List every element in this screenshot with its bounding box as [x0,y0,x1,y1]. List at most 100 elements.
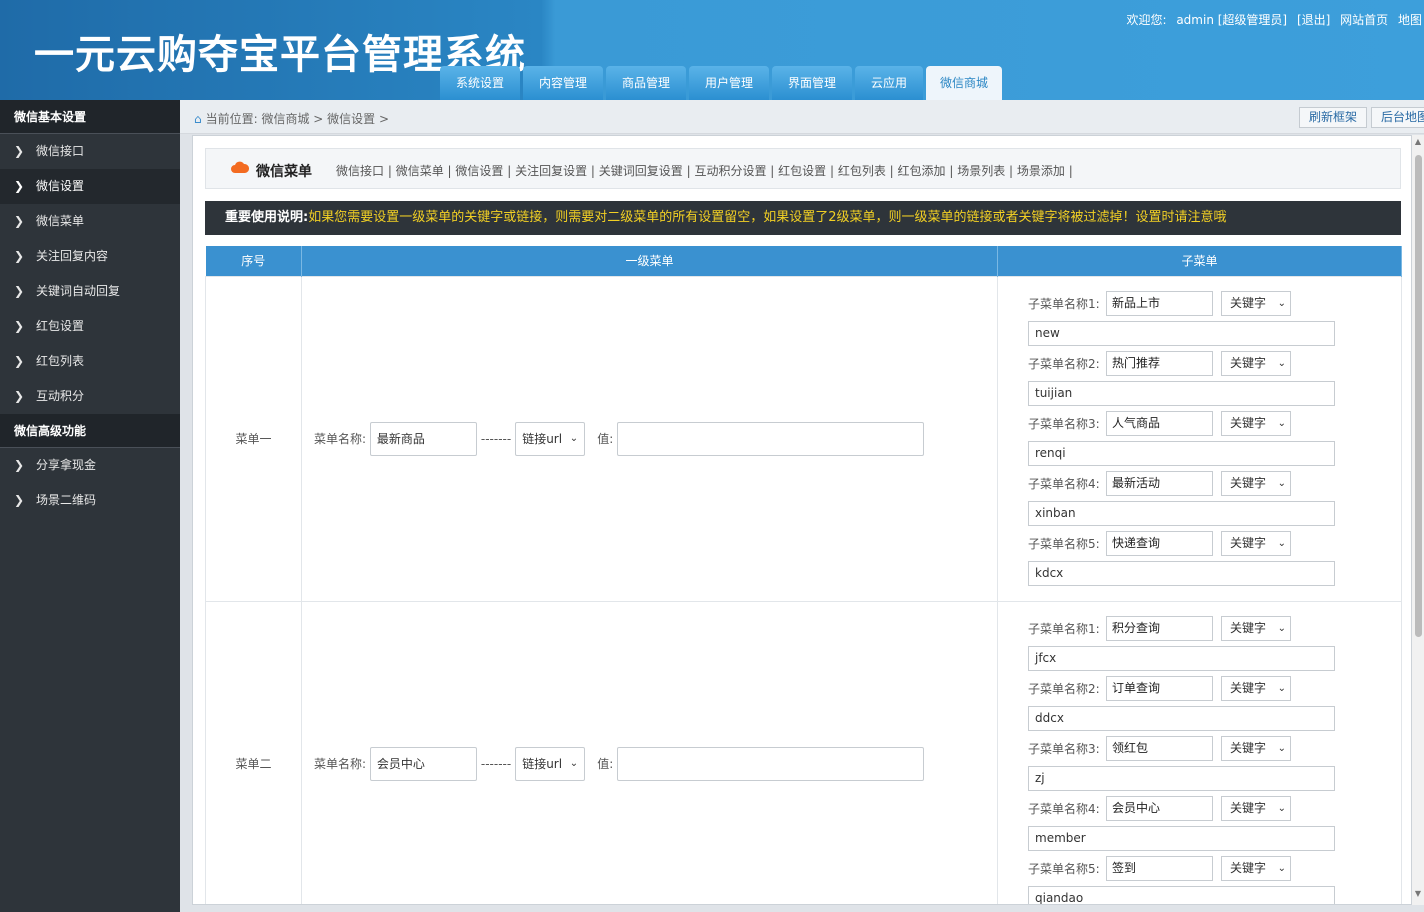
chevron-down-icon: ⌄ [1277,622,1286,634]
sub-tabs-bar: 微信菜单 微信接口 | 微信菜单 | 微信设置 | 关注回复设置 | 关键词回复… [205,148,1401,189]
sub-menu-type-select[interactable]: 关键字 ⌄ [1221,530,1291,556]
tab-user-management[interactable]: 用户管理 [689,66,769,100]
chevron-down-icon: ⌄ [1277,682,1286,694]
sidebar-item-redpacket-list[interactable]: ❯ 红包列表 [0,344,180,379]
sub-menu-name-input[interactable]: 人气商品 [1106,410,1213,436]
sub-tab-link[interactable]: 场景添加 [1017,164,1065,178]
menu-type-select[interactable]: 链接url ⌄ [515,421,586,456]
sub-menu-type-value: 关键字 [1230,355,1267,370]
sub-menu-key-input[interactable]: renqi [1028,440,1335,466]
sidebar-item-share-cash[interactable]: ❯ 分享拿现金 [0,448,180,483]
sidebar-item-wechat-settings[interactable]: ❯ 微信设置 [0,169,180,204]
scroll-down-arrow-icon[interactable]: ▼ [1412,889,1424,903]
home-icon[interactable]: ⌂ [194,112,202,126]
sub-menu-row: 子菜单名称2: 订单查询 关键字 ⌄ [1028,675,1401,706]
tab-content-management[interactable]: 内容管理 [523,66,603,100]
sub-menu-name-label: 子菜单名称2: [1028,681,1100,696]
menu-name-label: 菜单名称: [314,757,367,771]
tab-ui-management[interactable]: 界面管理 [772,66,852,100]
sidebar-section-basic: 微信基本设置 [0,100,180,134]
sub-menu-type-select[interactable]: 关键字 ⌄ [1221,350,1291,376]
map-link[interactable]: 地图 [1398,13,1422,27]
sub-menu-type-select[interactable]: 关键字 ⌄ [1221,795,1291,821]
sub-menu-key-row: member [1028,825,1401,856]
scroll-up-arrow-icon[interactable]: ▲ [1412,137,1424,151]
sub-menu-name-input[interactable]: 新品上市 [1106,290,1213,316]
col-header-level1: 一级菜单 [301,246,998,276]
menu-type-select[interactable]: 链接url ⌄ [515,746,586,781]
sub-menu-key-input[interactable]: zj [1028,765,1335,791]
header: 一元云购夺宝平台管理系统 欢迎您: admin [超级管理员] [退出] 网站首… [0,0,1424,100]
logout-link[interactable]: [退出] [1297,13,1330,27]
menu-value-input[interactable] [617,421,925,456]
link-separator: | [885,164,898,178]
tab-wechat-mall[interactable]: 微信商城 [926,66,1002,100]
sub-tab-link[interactable]: 互动积分设置 [694,164,766,178]
sub-menu-key-input[interactable]: kdcx [1028,560,1335,586]
sub-menu-name-input[interactable]: 签到 [1106,855,1213,881]
chevron-right-icon: ❯ [14,493,25,507]
chevron-right-icon: ❯ [14,284,25,298]
sub-tab-link[interactable]: 关键词回复设置 [599,164,683,178]
menu-value-input[interactable] [617,746,925,781]
tab-product-management[interactable]: 商品管理 [606,66,686,100]
sub-tabs-title: 微信菜单 [256,164,312,180]
sidebar-item-follow-reply[interactable]: ❯ 关注回复内容 [0,239,180,274]
sub-menu-key-input[interactable]: qiandao [1028,885,1335,904]
sidebar-item-keyword-reply[interactable]: ❯ 关键词自动回复 [0,274,180,309]
sub-menu-name-input[interactable]: 领红包 [1106,735,1213,761]
sub-tab-link[interactable]: 红包设置 [778,164,826,178]
sub-tab-link[interactable]: 关注回复设置 [515,164,587,178]
refresh-frame-button[interactable]: 刷新框架 [1299,107,1368,128]
sub-menu-key-input[interactable]: new [1028,320,1335,346]
menu-name-input[interactable]: 最新商品 [369,421,477,456]
sub-tab-link[interactable]: 场景列表 [957,164,1005,178]
site-home-link[interactable]: 网站首页 [1340,13,1388,27]
menu-name-label: 菜单名称: [314,432,367,446]
sidebar-item-redpacket-settings[interactable]: ❯ 红包设置 [0,309,180,344]
sub-tab-link[interactable]: 微信接口 [336,164,384,178]
sub-menu-name-input[interactable]: 会员中心 [1106,795,1213,821]
tab-cloud-apps[interactable]: 云应用 [855,66,923,100]
sub-menu-key-input[interactable]: member [1028,825,1335,851]
scrollbar-thumb[interactable] [1415,155,1422,637]
sub-menu-cell: 子菜单名称1: 新品上市 关键字 ⌄ new 子菜单名称2: 热门推荐 关键字 ⌄ tuijian… [997,275,1402,602]
menu-name-input[interactable]: 会员中心 [369,746,477,781]
sub-menu-name-input[interactable]: 订单查询 [1106,675,1213,701]
sidebar-item-wechat-api[interactable]: ❯ 微信接口 [0,134,180,169]
sidebar-item-label: 微信接口 [36,144,85,158]
backend-map-button[interactable]: 后台地图 [1371,107,1424,128]
sub-menu-key-input[interactable]: xinban [1028,500,1335,526]
sidebar-item-label: 微信设置 [36,179,85,193]
sub-menu-name-input[interactable]: 快递查询 [1106,530,1213,556]
sub-menu-type-value: 关键字 [1230,680,1267,695]
sub-menu-name-input[interactable]: 积分查询 [1106,615,1213,641]
sub-menu-key-input[interactable]: tuijian [1028,380,1335,406]
sub-menu-type-select[interactable]: 关键字 ⌄ [1221,290,1291,316]
sub-menu-type-select[interactable]: 关键字 ⌄ [1221,675,1291,701]
sub-tab-link[interactable]: 微信菜单 [396,164,444,178]
sub-menu-type-select[interactable]: 关键字 ⌄ [1221,855,1291,881]
sub-menu-key-input[interactable]: ddcx [1028,705,1335,731]
sub-tab-link[interactable]: 红包列表 [838,164,886,178]
sub-menu-type-select[interactable]: 关键字 ⌄ [1221,615,1291,641]
sub-menu-key-input[interactable]: jfcx [1028,645,1335,671]
sub-menu-name-input[interactable]: 热门推荐 [1106,350,1213,376]
sub-menu-key-row: qiandao [1028,885,1401,904]
sub-menu-name-input[interactable]: 最新活动 [1106,470,1213,496]
page-scrollbar[interactable]: ▲ ▼ [1412,135,1424,905]
sidebar-item-interactive-points[interactable]: ❯ 互动积分 [0,379,180,414]
sub-menu-type-select[interactable]: 关键字 ⌄ [1221,470,1291,496]
sub-menu-type-select[interactable]: 关键字 ⌄ [1221,410,1291,436]
sub-menu-type-select[interactable]: 关键字 ⌄ [1221,735,1291,761]
user-name: admin [超级管理员] [1176,13,1288,27]
col-header-sub: 子菜单 [997,246,1402,276]
sub-tab-link[interactable]: 红包添加 [898,164,946,178]
tab-system-settings[interactable]: 系统设置 [440,66,520,100]
sidebar-item-wechat-menu[interactable]: ❯ 微信菜单 [0,204,180,239]
sidebar-item-scene-qrcode[interactable]: ❯ 场景二维码 [0,483,180,518]
welcome-text: 欢迎您: [1126,13,1167,27]
sub-tab-link[interactable]: 微信设置 [455,164,503,178]
sub-menu-cell: 子菜单名称1: 积分查询 关键字 ⌄ jfcx 子菜单名称2: 订单查询 关键字 ⌄ ddcx 子菜… [997,600,1402,904]
chevron-down-icon: ⌄ [1277,742,1286,754]
